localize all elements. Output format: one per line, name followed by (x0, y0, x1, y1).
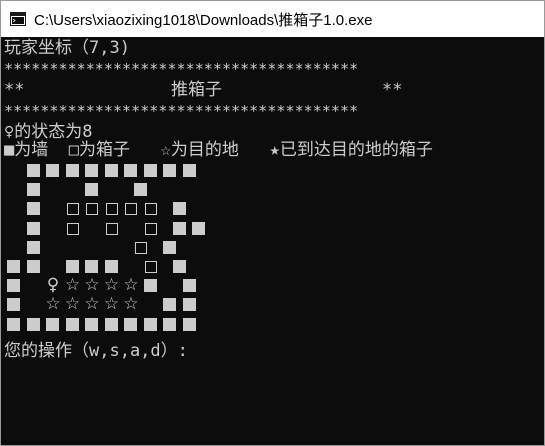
goal-star-icon: ☆ (123, 294, 139, 315)
title-bar[interactable]: C:\Users\xiaozixing1018\Downloads\推箱子1.0… (1, 1, 544, 37)
wall-tile (143, 279, 157, 293)
wall-tile (124, 317, 137, 331)
console-app-icon (10, 12, 26, 26)
wall-tile (26, 164, 40, 177)
box-tile (134, 241, 147, 254)
wall-tile (85, 260, 98, 273)
wall-tile (172, 260, 186, 273)
wall-tile (46, 164, 59, 177)
wall-tile (182, 279, 196, 293)
box-tile (144, 203, 157, 216)
goal-star-icon: ☆ (64, 294, 81, 315)
wall-tile (65, 317, 79, 331)
wall-tile (182, 298, 196, 312)
wall-tile (7, 279, 20, 293)
wall-tile (163, 317, 176, 331)
wall-tile (172, 202, 186, 216)
player-icon: ♀ (46, 275, 60, 296)
wall-tile (182, 164, 196, 177)
game-title: 推箱子 (171, 80, 222, 100)
wall-tile (104, 260, 118, 273)
legend-line: ■为墙 □为箱子 ☆为目的地 ★已到达目的地的箱子 (4, 140, 433, 160)
box-tile (144, 261, 157, 273)
console-output: 玩家坐标（7,3) ******************************… (4, 38, 544, 445)
box-tile (86, 203, 98, 216)
goal-star-icon: ☆ (45, 294, 61, 315)
goal-star-icon: ☆ (64, 275, 81, 296)
goal-star-icon: ☆ (103, 275, 120, 296)
wall-tile (143, 317, 157, 331)
wall-tile (46, 317, 59, 331)
goal-star-icon: ☆ (84, 294, 100, 315)
box-tile (125, 203, 137, 216)
stars-divider-bottom: *************************************** (4, 102, 359, 120)
banner-right-stars: ** (382, 80, 403, 100)
wall-tile (7, 298, 20, 312)
wall-tile (26, 260, 40, 273)
wall-tile (65, 260, 79, 273)
wall-tile (7, 260, 20, 273)
wall-tile (85, 183, 98, 197)
wall-tile (182, 317, 196, 331)
goal-star-icon: ☆ (84, 275, 100, 296)
window-title: C:\Users\xiaozixing1018\Downloads\推箱子1.0… (34, 11, 373, 29)
wall-tile (7, 317, 20, 331)
wall-tile (143, 164, 157, 177)
goal-star-icon: ☆ (103, 294, 120, 315)
wall-tile (85, 317, 98, 331)
box-tile (66, 222, 79, 235)
wall-tile (104, 317, 118, 331)
wall-tile (104, 164, 118, 177)
player-coords-line: 玩家坐标（7,3) (4, 38, 130, 58)
wall-tile (26, 183, 40, 197)
input-prompt: 您的操作（w,s,a,d）: (4, 341, 188, 361)
box-tile (105, 203, 118, 216)
box-tile (66, 203, 79, 216)
wall-tile (124, 164, 137, 177)
wall-tile (163, 298, 176, 312)
wall-tile (85, 164, 98, 177)
wall-tile (172, 221, 186, 235)
player-state-line: ♀的状态为8 (4, 122, 93, 142)
wall-tile (163, 240, 176, 254)
banner-left-stars: ** (4, 80, 25, 100)
console-window: C:\Users\xiaozixing1018\Downloads\推箱子1.0… (0, 0, 545, 446)
wall-tile (26, 240, 40, 254)
wall-tile (192, 221, 206, 235)
wall-tile (133, 183, 147, 197)
wall-tile (26, 202, 40, 216)
box-tile (144, 222, 157, 235)
wall-tile (26, 221, 40, 235)
box-tile (105, 222, 118, 235)
wall-tile (163, 164, 176, 177)
wall-tile (65, 164, 79, 177)
goal-star-icon: ☆ (123, 275, 139, 296)
wall-tile (26, 317, 40, 331)
stars-divider-top: *************************************** (4, 60, 359, 78)
